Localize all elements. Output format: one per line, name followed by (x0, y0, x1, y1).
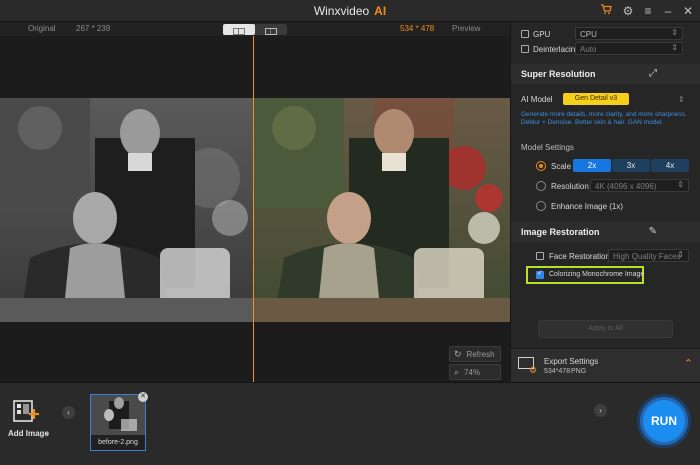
preview-label: Preview (452, 24, 481, 33)
magic-wand-icon: ✎ (648, 226, 657, 237)
dropdown-caret-icon[interactable]: ▾ (46, 431, 49, 438)
add-image-button[interactable]: Add Image ▾ (8, 399, 50, 439)
gpu-select[interactable]: CPU ⇕ (575, 27, 683, 40)
scroll-left-button[interactable]: ‹ (62, 406, 75, 419)
cart-icon[interactable] (598, 3, 614, 19)
preview-header: Original 267 * 239 534 * 478 Preview (0, 22, 510, 36)
scale-option-4x[interactable]: 4x (651, 159, 689, 172)
resolution-radio[interactable] (536, 181, 546, 191)
export-format: PNG (571, 368, 587, 375)
add-image-label: Add Image (8, 429, 49, 438)
menu-icon[interactable]: ≡ (640, 3, 656, 19)
enhance-label: Enhance Image (1x) (551, 202, 624, 211)
split-view-option[interactable] (223, 24, 255, 35)
export-settings-bar[interactable]: ⚙ Export Settings 534*478 PNG ⌃ (511, 348, 700, 382)
colorize-checkbox[interactable] (536, 269, 544, 279)
app-title: Winxvideo AI (0, 4, 700, 18)
resolution-select[interactable]: 4K (4096 x 4096) ⇕ (590, 179, 689, 192)
run-button[interactable]: RUN (640, 397, 688, 445)
refresh-icon: ↻ (454, 348, 462, 359)
face-restoration-select-value: High Quality Faces (613, 252, 681, 261)
close-icon[interactable]: ✕ (680, 3, 696, 19)
gear-icon[interactable]: ⚙ (620, 3, 636, 19)
scale-option-2x[interactable]: 2x (573, 159, 611, 172)
resolution-label: Resolution (551, 182, 589, 191)
split-view-icon (233, 28, 245, 35)
chevron-updown-icon: ⇕ (671, 28, 678, 37)
export-gear-icon: ⚙ (529, 365, 538, 375)
zoom-control[interactable]: ⌕ 74% (449, 364, 501, 380)
add-image-icon (13, 400, 39, 422)
ai-model-value: Gen Detail v3 (574, 95, 618, 102)
gpu-select-value: CPU (580, 30, 597, 39)
gpu-label: GPU (533, 30, 551, 39)
scale-radio[interactable] (536, 161, 546, 171)
colorize-label: Colorizing Monochrome Image (549, 271, 645, 278)
refresh-button[interactable]: ↻ Refresh (449, 346, 501, 362)
scale-option-3x[interactable]: 3x (612, 159, 650, 172)
deinterlacing-checkbox[interactable] (521, 45, 529, 53)
expand-up-icon[interactable]: ⌃ (684, 357, 693, 370)
image-restoration-header: Image Restoration ✎ (511, 222, 700, 242)
apply-to-all-button[interactable]: Apply to All (538, 320, 673, 338)
app-title-text: Winxvideo (313, 4, 370, 18)
thumbnail-name: before-2.png (98, 439, 138, 446)
thumbnail-item[interactable]: before-2.png (90, 394, 146, 451)
preview-area[interactable]: ↻ Refresh ⌕ 74% (0, 36, 510, 382)
zoom-icon: ⌕ (454, 366, 460, 377)
face-restoration-label: Face Restoration (549, 252, 610, 261)
super-resolution-header: Super Resolution ⤢ (511, 64, 700, 84)
side-by-side-option[interactable] (255, 24, 287, 35)
compare-split-handle[interactable] (253, 36, 254, 382)
title-bar: Winxvideo AI ⚙ ≡ – ✕ (0, 0, 700, 22)
ai-model-description: Generate more details, more clarity, and… (521, 111, 687, 126)
preview-image (254, 98, 510, 322)
upscale-icon: ⤢ (649, 68, 657, 79)
export-size: 534*478 (544, 368, 571, 375)
remove-thumbnail-button[interactable]: ✕ (138, 392, 148, 402)
compare-mode-toggle[interactable] (223, 24, 287, 35)
face-restoration-checkbox[interactable] (536, 252, 544, 260)
chevron-updown-icon: ⇕ (677, 180, 684, 189)
image-restoration-title: Image Restoration (521, 227, 600, 237)
side-by-side-icon (265, 28, 277, 35)
original-image (0, 98, 253, 322)
output-size: 534 * 478 (400, 24, 435, 33)
zoom-value: 74% (464, 367, 481, 377)
enhance-radio[interactable] (536, 201, 546, 211)
media-tray: Add Image ▾ ‹ before-2.png ✕ › RUN (0, 382, 700, 465)
model-settings-label: Model Settings (521, 143, 574, 152)
super-resolution-title: Super Resolution (521, 69, 596, 79)
refresh-label: Refresh (466, 349, 495, 359)
app-title-accent: AI (374, 4, 387, 18)
original-label: Original (28, 24, 56, 33)
original-size: 267 * 239 (76, 24, 111, 33)
ai-model-select[interactable]: Gen Detail v3 (563, 93, 629, 105)
minimize-icon[interactable]: – (660, 3, 676, 19)
run-label: RUN (651, 414, 677, 428)
chevron-updown-icon: ⇕ (671, 43, 678, 52)
apply-to-all-label: Apply to All (588, 325, 623, 332)
export-settings-title: Export Settings (544, 357, 599, 366)
face-restoration-select[interactable]: High Quality Faces ⇕ (608, 249, 689, 262)
deinterlacing-label: Deinterlacing (533, 45, 580, 54)
deinterlacing-select[interactable]: Auto ⇕ (575, 42, 683, 55)
thumbnail-image (91, 395, 145, 435)
scale-label: Scale (551, 162, 572, 171)
gpu-checkbox[interactable] (521, 30, 529, 38)
resolution-select-value: 4K (4096 x 4096) (595, 182, 657, 191)
chevron-updown-icon: ⇕ (677, 250, 684, 259)
chevron-updown-icon[interactable]: ⇕ (678, 95, 685, 104)
ai-model-label: AI Model (521, 95, 553, 104)
deinterlacing-select-value: Auto (580, 45, 597, 54)
scroll-right-button[interactable]: › (594, 404, 607, 417)
settings-panel: GPU CPU ⇕ Deinterlacing Auto ⇕ Super Res… (510, 22, 700, 382)
